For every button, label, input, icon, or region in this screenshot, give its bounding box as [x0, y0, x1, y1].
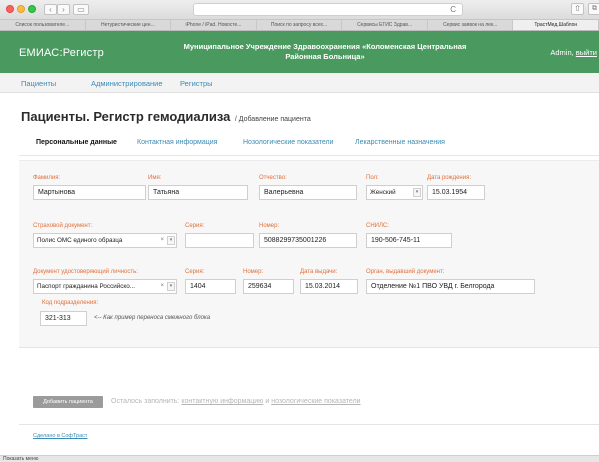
tab-nosology[interactable]: Нозологические показатели: [243, 139, 334, 146]
clear-icon[interactable]: ×: [160, 234, 164, 247]
chevron-down-icon[interactable]: ▾: [167, 282, 175, 291]
browser-tab-active[interactable]: ТрастМед.Шаблон: [513, 20, 599, 30]
page-title: Пациенты. Регистр гемодиализа / Добавлен…: [21, 108, 311, 126]
personal-data-form: Фамилия: Мартынова Имя: Татьяна Отчество…: [19, 160, 599, 348]
browser-tab[interactable]: Нетуристические цен...: [86, 20, 172, 30]
id-issuer-label: Орган, выдавший документ:: [366, 269, 445, 275]
chevron-down-icon[interactable]: ▾: [167, 236, 175, 245]
id-issuer-field[interactable]: Отделение №1 ПВО УВД г. Белгорода: [366, 279, 535, 294]
app-brand[interactable]: ЕМИАС:Регистр: [19, 47, 104, 59]
divider: [19, 424, 599, 425]
insurance-number-label: Номер:: [259, 223, 280, 229]
hint-note: <-- Как пример переноса смежного блока: [94, 315, 211, 321]
app-header: ЕМИАС:Регистр Муниципальное Учреждение З…: [0, 31, 599, 73]
remaining-text: Осталось заполнить:: [111, 398, 180, 405]
sidebar-icon[interactable]: ▭: [73, 4, 89, 15]
status-text[interactable]: Показать меню: [3, 456, 38, 462]
surname-label: Фамилия:: [33, 175, 61, 181]
logout-link[interactable]: выйти: [576, 48, 597, 57]
page-title-sub: / Добавление пациента: [234, 116, 311, 123]
browser-status-bar: Показать меню: [0, 455, 599, 462]
organization-name-line: Районная Больница»: [285, 52, 365, 61]
id-issue-date-field[interactable]: 15.03.2014: [300, 279, 358, 294]
back-icon[interactable]: ‹: [44, 4, 57, 15]
patronymic-field[interactable]: Валерьевна: [259, 185, 357, 200]
chevron-down-icon[interactable]: ▾: [413, 188, 421, 197]
sex-select[interactable]: Женский ▾: [366, 185, 423, 200]
share-icon[interactable]: ⇧: [571, 3, 584, 15]
id-series-field[interactable]: 1404: [185, 279, 236, 294]
sex-value: Женский: [370, 189, 396, 196]
remaining-fields-note: Осталось заполнить: контактную информаци…: [111, 398, 361, 405]
id-series-label: Серия:: [185, 269, 205, 275]
address-bar[interactable]: C: [193, 3, 463, 16]
user-name: Admin,: [550, 48, 574, 57]
name-label: Имя:: [148, 175, 162, 181]
id-number-label: Номер:: [243, 269, 264, 275]
organization-name-line: Муниципальное Учреждение Здравоохранения…: [183, 42, 467, 51]
insurance-doc-value: Полис ОМС единого образца: [37, 237, 123, 244]
browser-tab[interactable]: Сервисы ЕГИС Здрав...: [342, 20, 428, 30]
form-tabs: Персональные данные Контактная информаци…: [19, 134, 599, 156]
browser-tab[interactable]: Поиск по запросу всех...: [257, 20, 343, 30]
maximize-window-button[interactable]: [28, 5, 36, 13]
main-nav: Пациенты Администрирование Регистры: [0, 73, 599, 93]
name-field[interactable]: Татьяна: [148, 185, 248, 200]
id-issue-date-label: Дата выдачи:: [300, 269, 338, 275]
subdivision-code-field[interactable]: 321-313: [40, 311, 87, 326]
add-patient-button[interactable]: Добавить пациента: [33, 396, 103, 408]
patronymic-label: Отчество:: [259, 175, 287, 181]
browser-tab[interactable]: iPhone / iPad. Новосте...: [171, 20, 257, 30]
contact-info-link[interactable]: контактную информацию: [181, 398, 263, 405]
birth-date-field[interactable]: 15.03.1954: [427, 185, 485, 200]
close-window-button[interactable]: [6, 5, 14, 13]
insurance-series-field[interactable]: [185, 233, 254, 248]
remaining-and: и: [265, 398, 270, 405]
minimize-window-button[interactable]: [17, 5, 25, 13]
nav-item-registries[interactable]: Регистры: [180, 79, 213, 88]
footer-link[interactable]: Сделано в СофТраст: [33, 433, 87, 439]
user-menu: Admin, выйти: [550, 48, 597, 57]
page-title-main: Пациенты. Регистр гемодиализа: [21, 109, 231, 124]
nosology-link[interactable]: нозологические показатели: [271, 398, 360, 405]
id-doc-label: Документ удостоверяющий личность:: [33, 269, 138, 275]
snils-label: СНИЛС:: [366, 223, 389, 229]
tabs-overview-icon[interactable]: ⧉: [588, 3, 599, 15]
reload-icon[interactable]: C: [450, 4, 456, 16]
browser-tabs: Список пользователе... Нетуристические ц…: [0, 20, 599, 31]
browser-tab[interactable]: Список пользователе...: [0, 20, 86, 30]
browser-toolbar: ‹ › ▭ C ⇧ ⧉: [0, 0, 599, 20]
forward-icon[interactable]: ›: [57, 4, 70, 15]
id-doc-select[interactable]: Паспорт гражданина Российско... × ▾: [33, 279, 177, 294]
browser-tab[interactable]: Сервис заявок на лек...: [428, 20, 514, 30]
organization-name: Муниципальное Учреждение Здравоохранения…: [170, 42, 480, 62]
surname-field[interactable]: Мартынова: [33, 185, 146, 200]
clear-icon[interactable]: ×: [160, 280, 164, 293]
tab-contact-info[interactable]: Контактная информация: [137, 139, 217, 146]
birth-date-label: Дата рождения:: [427, 175, 471, 181]
insurance-series-label: Серия:: [185, 223, 205, 229]
insurance-doc-select[interactable]: Полис ОМС единого образца × ▾: [33, 233, 177, 248]
tab-personal-data[interactable]: Персональные данные: [36, 139, 117, 146]
insurance-doc-label: Страховой документ:: [33, 223, 93, 229]
insurance-number-field[interactable]: 5088299735001226: [259, 233, 357, 248]
snils-field[interactable]: 190-506-745-11: [366, 233, 452, 248]
nav-item-patients[interactable]: Пациенты: [21, 79, 56, 88]
id-doc-value: Паспорт гражданина Российско...: [37, 283, 135, 290]
subdivision-code-label: Код подразделения:: [42, 300, 99, 306]
id-number-field[interactable]: 259634: [243, 279, 294, 294]
sex-label: Пол:: [366, 175, 379, 181]
nav-item-administration[interactable]: Администрирование: [91, 79, 163, 88]
tab-prescriptions[interactable]: Лекарственные назначения: [355, 139, 445, 146]
